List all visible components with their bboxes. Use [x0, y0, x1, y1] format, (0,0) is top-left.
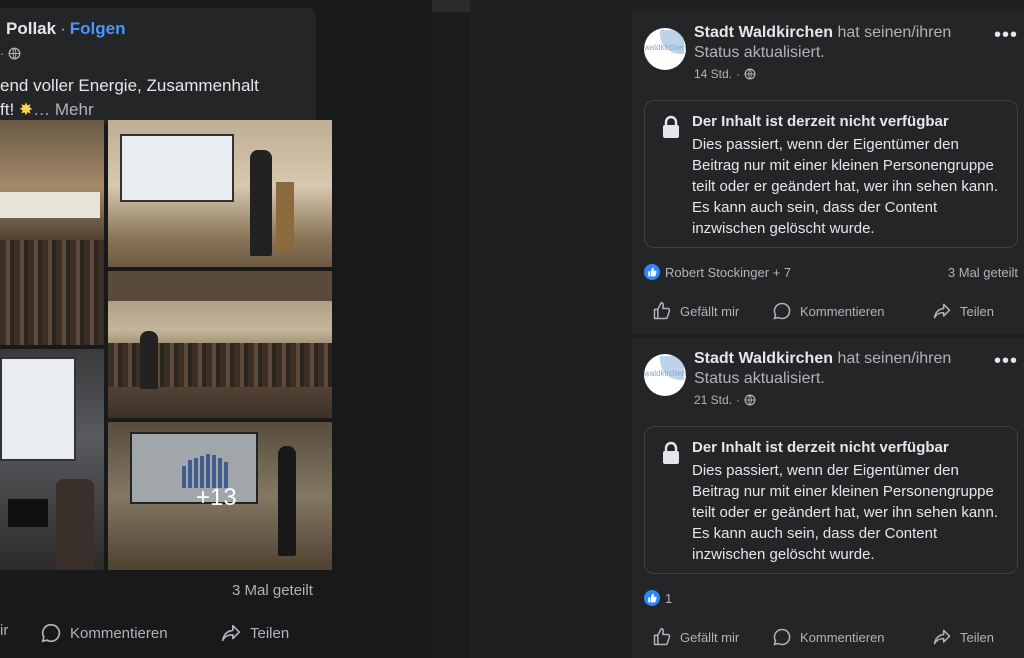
avatar[interactable]: waldkirchen [644, 354, 686, 396]
unavailable-title: Der Inhalt ist derzeit nicht verfügbar [692, 439, 949, 456]
lectern [276, 182, 294, 252]
post-text-fragment: ft! [0, 100, 15, 119]
more-dots-icon[interactable]: ••• [994, 24, 1018, 47]
lock-icon [661, 115, 681, 144]
dot-separator: · [0, 46, 5, 61]
avatar[interactable]: waldkirchen [644, 28, 686, 70]
share-label: Teilen [960, 629, 994, 645]
thumbs-up-icon [652, 627, 672, 647]
comment-bubble-icon [772, 627, 792, 647]
dot-separator: · [736, 393, 741, 407]
globe-icon [744, 394, 756, 406]
unavailable-body: Dies passiert, wenn der Eigentümer den B… [692, 462, 999, 563]
speaker-figure [140, 331, 158, 389]
photo-1[interactable] [0, 120, 104, 345]
person-figure [56, 479, 94, 569]
share-arrow-icon [932, 301, 952, 321]
photo-4[interactable] [0, 349, 104, 570]
author-name[interactable]: Stadt Waldkirchen [694, 24, 833, 41]
post-timestamp: 21 Std. · [694, 393, 756, 407]
reaction-summary[interactable]: Robert Stockinger + 7 [644, 264, 791, 280]
follow-button[interactable]: Folgen [70, 19, 126, 38]
globe-icon [744, 68, 756, 80]
separator-dot: · [60, 19, 66, 38]
avatar-logo-text: waldkirchen [644, 369, 686, 378]
post-text-line-1: end voller Energie, Zusammenhalt [0, 76, 259, 95]
share-count[interactable]: 3 Mal geteilt [232, 582, 313, 599]
thumbs-up-icon [644, 264, 660, 280]
unavailable-body: Dies passiert, wenn der Eigentümer den B… [692, 136, 999, 237]
thumbs-up-icon [644, 590, 660, 606]
scrollbar-track[interactable] [432, 0, 470, 12]
share-arrow-icon [932, 627, 952, 647]
time-label[interactable]: 21 Std. [694, 393, 732, 407]
left-post-meta: · [0, 46, 21, 63]
status-post: waldkirchen Stadt Waldkirchen hat seinen… [632, 12, 1024, 334]
comment-label: Kommentieren [800, 629, 885, 645]
content-unavailable-box: Der Inhalt ist derzeit nicht verfügbar D… [644, 426, 1018, 574]
like-button[interactable]: ir [0, 622, 8, 639]
post-actions: Gefällt mir Kommentieren Teilen [632, 627, 1024, 651]
post-header: Stadt Waldkirchen hat seinen/ihren Statu… [694, 349, 984, 389]
avatar-logo-text: waldkirchen [644, 43, 686, 52]
share-button[interactable]: Teilen [220, 622, 289, 644]
audience-crowd [0, 285, 104, 345]
comment-bubble-icon [40, 622, 62, 644]
share-arrow-icon [220, 622, 242, 644]
like-button[interactable]: Gefällt mir [652, 627, 739, 647]
author-name[interactable]: Pollak [6, 19, 56, 38]
see-more-link[interactable]: … Mehr [33, 100, 93, 119]
dot-separator: · [736, 67, 741, 81]
share-label: Teilen [960, 303, 994, 319]
speaker-figure [250, 150, 272, 256]
comment-button[interactable]: Kommentieren [772, 301, 885, 321]
reaction-names: Robert Stockinger + 7 [665, 264, 792, 280]
projection-screen [0, 192, 100, 218]
like-label: Gefällt mir [680, 303, 740, 319]
share-label: Teilen [250, 624, 290, 642]
time-label[interactable]: 14 Std. [694, 67, 732, 81]
globe-icon [8, 47, 21, 63]
comment-bubble-icon [772, 301, 792, 321]
lock-icon [661, 441, 681, 470]
share-count[interactable]: 3 Mal geteilt [948, 265, 1018, 280]
left-post-header: Pollak · Folgen · end voller Energie, Zusa… [0, 8, 316, 124]
author-name[interactable]: Stadt Waldkirchen [694, 350, 833, 367]
photo-3[interactable] [108, 271, 332, 418]
laptop [8, 499, 48, 527]
comment-button[interactable]: Kommentieren [772, 627, 885, 647]
photo-5[interactable]: +13 [108, 422, 332, 570]
more-dots-icon[interactable]: ••• [994, 350, 1018, 373]
post-header: Stadt Waldkirchen hat seinen/ihren Statu… [694, 23, 984, 63]
like-label: ir [0, 622, 9, 639]
more-photos-count[interactable]: +13 [196, 484, 237, 512]
share-button[interactable]: Teilen [932, 627, 994, 647]
content-unavailable-box: Der Inhalt ist derzeit nicht verfügbar D… [644, 100, 1018, 248]
post-timestamp: 14 Std. · [694, 67, 756, 81]
like-button[interactable]: Gefällt mir [652, 301, 739, 321]
unavailable-title: Der Inhalt ist derzeit nicht verfügbar [692, 113, 949, 130]
left-post-text: end voller Energie, Zusammenhalt ft! ✸… … [0, 74, 259, 122]
photo-2[interactable] [108, 120, 332, 267]
share-button[interactable]: Teilen [932, 301, 994, 321]
comment-button[interactable]: Kommentieren [40, 622, 168, 644]
thumbs-up-icon [652, 301, 672, 321]
projection-screen [0, 357, 76, 461]
projection-screen [120, 134, 234, 202]
reaction-count: 1 [665, 590, 673, 606]
sparkle-emoji-icon: ✸ [18, 100, 34, 119]
post-text-line-2: ft! ✸… Mehr [0, 98, 259, 122]
comment-label: Kommentieren [70, 624, 168, 642]
reaction-summary[interactable]: 1 [644, 590, 672, 606]
ceiling [108, 271, 332, 301]
comment-label: Kommentieren [800, 303, 885, 319]
left-post-author-line: Pollak · Folgen [6, 19, 125, 39]
photo-grid: +13 [0, 120, 332, 570]
status-post: waldkirchen Stadt Waldkirchen hat seinen… [632, 338, 1024, 658]
post-actions: Gefällt mir Kommentieren Teilen [632, 301, 1024, 325]
like-label: Gefällt mir [680, 629, 740, 645]
left-post-actions: ir Kommentieren Teilen [0, 622, 330, 648]
